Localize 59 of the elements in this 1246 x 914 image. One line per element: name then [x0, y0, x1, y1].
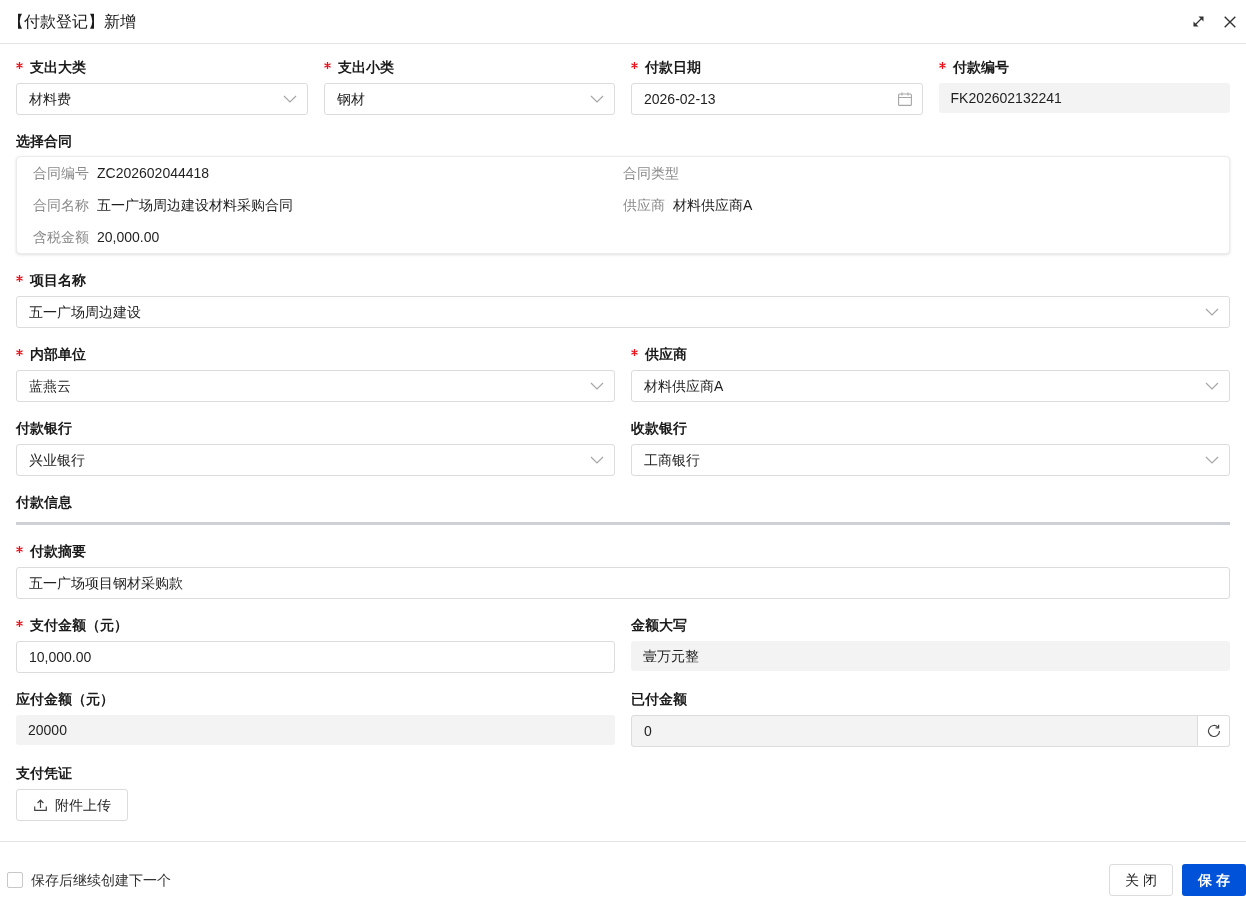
detail-label: 供应商 [623, 196, 665, 215]
chevron-down-icon [590, 95, 604, 103]
select-field[interactable]: 钢材 [323, 83, 615, 115]
detail-value: ZC202602044418 [97, 164, 210, 183]
field-label: 支付凭证 [16, 764, 72, 783]
field-label: 支出小类 [337, 58, 394, 77]
chevron-down-icon [590, 382, 604, 390]
readonly-field: FK202602132241 [938, 83, 1230, 113]
field-label: 付款摘要 [30, 542, 86, 561]
input-field[interactable]: 五一广场项目钢材采购款 [16, 567, 1230, 599]
chevron-down-icon [282, 95, 297, 103]
upload-icon [34, 799, 47, 811]
field-label: 项目名称 [30, 271, 86, 290]
field-label: 收款银行 [631, 419, 687, 438]
detail-value: 20,000.00 [97, 228, 160, 247]
detail-value: 材料供应商A [673, 196, 753, 215]
field-label: 付款编号 [952, 58, 1009, 77]
field-label: 金额大写 [631, 616, 687, 635]
readonly-field: 20000 [16, 715, 615, 745]
field-label: 付款银行 [16, 419, 72, 438]
detail-label: 合同名称 [33, 196, 89, 215]
field-label: 支付金额（元） [30, 616, 128, 635]
calendar-icon [897, 92, 912, 106]
select-field[interactable]: 兴业银行 [16, 444, 615, 476]
detail-label: 合同类型 [623, 164, 679, 183]
field-label: 已付金额 [631, 690, 687, 709]
chevron-down-icon [590, 456, 604, 464]
chevron-down-icon [1205, 382, 1219, 390]
chevron-down-icon [1205, 456, 1219, 464]
section-title: 付款信息 [16, 493, 72, 512]
readonly-field: 壹万元整 [631, 641, 1230, 671]
select-field[interactable]: 五一广场周边建设 [16, 296, 1230, 328]
input-field[interactable]: 0 [631, 715, 1198, 747]
field-label: 应付金额（元） [16, 690, 114, 709]
checkbox[interactable] [7, 872, 23, 888]
refresh-icon [1206, 724, 1221, 738]
expand-icon[interactable] [1193, 16, 1204, 27]
field-label: 付款日期 [645, 58, 701, 77]
dialog-title: 【付款登记】新增 [8, 11, 136, 32]
field-label: 内部单位 [30, 345, 86, 364]
save-button[interactable]: 保 存 [1182, 864, 1246, 896]
detail-label: 含税金额 [33, 228, 89, 247]
input-field[interactable]: 10,000.00 [16, 641, 615, 673]
close-icon[interactable] [1224, 15, 1236, 28]
checkbox-label: 保存后继续创建下一个 [31, 871, 171, 890]
date-field[interactable]: 2026-02-13 [631, 83, 923, 115]
select-field[interactable]: 材料供应商A [631, 370, 1230, 402]
field-label: 选择合同 [16, 132, 72, 151]
refresh-button[interactable] [1198, 715, 1230, 747]
select-field[interactable]: 蓝燕云 [16, 370, 615, 402]
field-label: 供应商 [645, 345, 687, 364]
select-field[interactable]: 材料费 [16, 83, 308, 115]
detail-value: 五一广场周边建设材料采购合同 [97, 196, 293, 215]
close-button[interactable]: 关 闭 [1109, 864, 1173, 896]
chevron-down-icon [1205, 308, 1219, 316]
select-field[interactable]: 工商银行 [631, 444, 1230, 476]
field-label: 支出大类 [30, 58, 86, 77]
detail-label: 合同编号 [33, 164, 89, 183]
upload-button[interactable]: 附件上传 [16, 789, 128, 821]
